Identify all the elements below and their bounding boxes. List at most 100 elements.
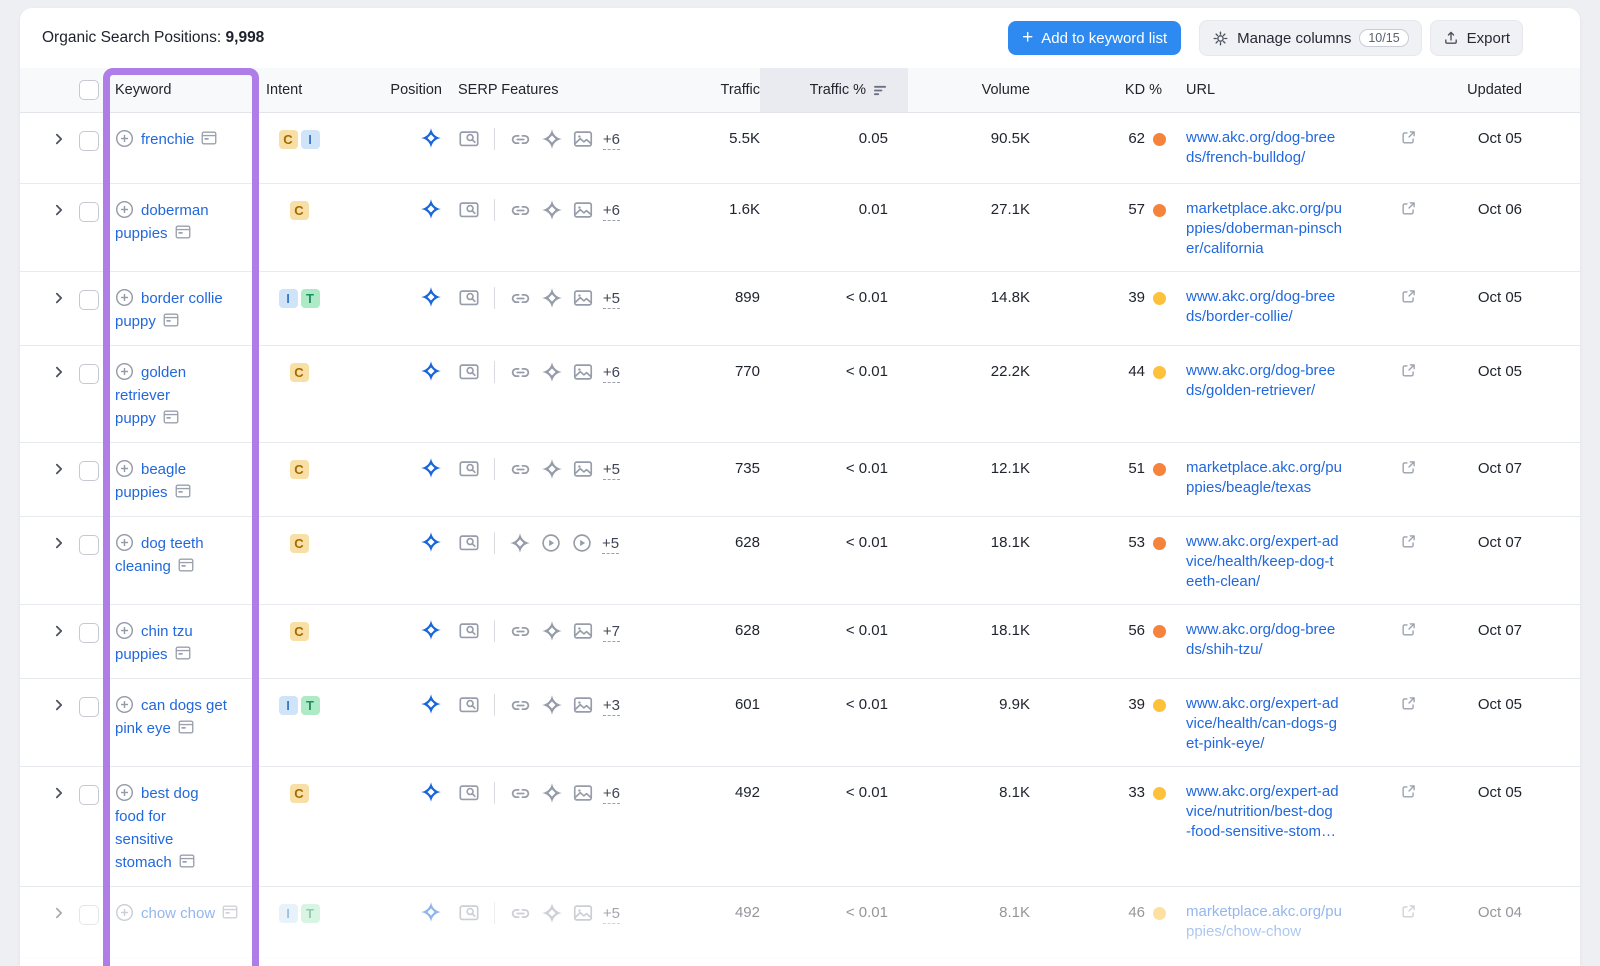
external-link-icon[interactable] [1400,783,1417,800]
expand-row-button[interactable] [42,113,76,183]
row-checkbox[interactable] [79,364,99,384]
url-link[interactable]: marketplace.akc.org/pu ppies/beagle/texa… [1186,459,1342,496]
chevron-right-icon [52,365,66,442]
more-features-link[interactable]: +6 [603,130,620,150]
url-link[interactable]: www.akc.org/dog-bree ds/border-collie/ [1186,288,1335,325]
more-features-link[interactable]: +5 [602,534,619,554]
add-keyword-icon[interactable] [115,903,134,922]
export-button[interactable]: Export [1430,20,1523,56]
expand-row-button[interactable] [42,605,76,678]
expand-row-button[interactable] [42,346,76,442]
url-link[interactable]: www.akc.org/expert-ad vice/health/keep-d… [1186,533,1339,590]
url-link[interactable]: www.akc.org/dog-bree ds/shih-tzu/ [1186,621,1335,658]
keyword-link[interactable]: chow chow [141,905,215,922]
external-link-icon[interactable] [1400,903,1417,920]
expand-row-button[interactable] [42,443,76,516]
url-link[interactable]: www.akc.org/dog-bree ds/french-bulldog/ [1186,129,1335,166]
external-link-icon[interactable] [1400,129,1417,146]
url-link[interactable]: www.akc.org/dog-bree ds/golden-retriever… [1186,362,1335,399]
column-header-intent[interactable]: Intent [252,68,346,112]
serp-preview-icon[interactable] [162,408,180,426]
external-link-icon[interactable] [1400,200,1417,217]
manage-columns-button[interactable]: Manage columns 10/15 [1199,20,1422,56]
column-header-kd[interactable]: KD % [1030,68,1170,112]
external-link-icon[interactable] [1400,362,1417,379]
column-header-traffic-pct[interactable]: Traffic % [760,68,908,112]
add-keyword-icon[interactable] [115,200,134,219]
expand-row-button[interactable] [42,887,76,957]
more-features-link[interactable]: +6 [603,363,620,383]
more-features-link[interactable]: +6 [603,784,620,804]
add-keyword-icon[interactable] [115,459,134,478]
column-header-serp-features[interactable]: SERP Features [444,68,620,112]
expand-row-button[interactable] [42,517,76,604]
more-features-link[interactable]: +5 [603,904,620,924]
external-link-icon[interactable] [1400,459,1417,476]
add-keyword-icon[interactable] [115,362,134,381]
image-pack-icon [572,694,594,716]
row-checkbox[interactable] [79,461,99,481]
add-keyword-icon[interactable] [115,783,134,802]
traffic-value: 628 [620,605,760,678]
row-checkbox[interactable] [79,535,99,555]
external-link-icon[interactable] [1400,533,1417,550]
row-checkbox[interactable] [79,202,99,222]
keyword-link[interactable]: frenchie [141,131,194,148]
serp-preview-icon[interactable] [200,129,218,147]
row-checkbox[interactable] [79,131,99,151]
row-checkbox[interactable] [79,785,99,805]
ai-overview-icon [541,287,563,309]
external-link-icon[interactable] [1400,288,1417,305]
column-header-url[interactable]: URL [1170,68,1460,112]
url-link[interactable]: marketplace.akc.org/pu ppies/doberman-pi… [1186,200,1342,257]
volume-value: 8.1K [908,887,1030,957]
column-header-position[interactable]: Position [346,68,444,112]
kd-value: 53 [1128,534,1145,551]
more-features-link[interactable]: +6 [603,201,620,221]
serp-preview-icon[interactable] [177,718,195,736]
row-checkbox[interactable] [79,905,99,925]
url-link[interactable]: www.akc.org/expert-ad vice/nutrition/bes… [1186,783,1339,840]
add-keyword-icon[interactable] [115,288,134,307]
kd-difficulty-dot [1153,699,1166,712]
url-link[interactable]: www.akc.org/expert-ad vice/health/can-do… [1186,695,1339,752]
more-features-link[interactable]: +5 [603,460,620,480]
expand-row-button[interactable] [42,184,76,271]
add-keyword-icon[interactable] [115,533,134,552]
url-link[interactable]: marketplace.akc.org/pu ppies/chow-chow [1186,903,1342,940]
row-checkbox[interactable] [79,290,99,310]
serp-features-cell: +5 [444,443,620,516]
row-checkbox[interactable] [79,697,99,717]
column-header-volume[interactable]: Volume [908,68,1030,112]
column-header-traffic[interactable]: Traffic [620,68,760,112]
serp-preview-icon[interactable] [177,556,195,574]
add-keyword-icon[interactable] [115,695,134,714]
traffic-pct-value: < 0.01 [760,346,908,442]
serp-features-cell: +3 [444,679,620,766]
select-all-checkbox[interactable] [79,80,99,100]
columns-count-badge: 10/15 [1359,29,1408,47]
expand-row-button[interactable] [42,272,76,345]
more-features-link[interactable]: +3 [603,696,620,716]
row-checkbox[interactable] [79,623,99,643]
more-features-link[interactable]: +7 [603,622,620,642]
external-link-icon[interactable] [1400,621,1417,638]
column-header-keyword[interactable]: Keyword [102,68,252,112]
serp-preview-icon[interactable] [221,903,239,921]
serp-preview-icon[interactable] [174,482,192,500]
external-link-icon[interactable] [1400,695,1417,712]
add-keyword-icon[interactable] [115,129,134,148]
serp-preview-icon[interactable] [178,852,196,870]
add-to-keyword-list-button[interactable]: + Add to keyword list [1008,21,1181,55]
expand-row-button[interactable] [42,767,76,886]
column-header-updated[interactable]: Updated [1460,68,1522,112]
serp-preview-icon[interactable] [162,311,180,329]
image-pack-icon [572,782,594,804]
more-features-link[interactable]: +5 [603,289,620,309]
expand-row-button[interactable] [42,679,76,766]
table-row: border collie puppy IT +5 899 < 0.01 14.… [20,272,1580,346]
position-cell [346,443,444,516]
add-keyword-icon[interactable] [115,621,134,640]
serp-preview-icon[interactable] [174,223,192,241]
serp-preview-icon[interactable] [174,644,192,662]
